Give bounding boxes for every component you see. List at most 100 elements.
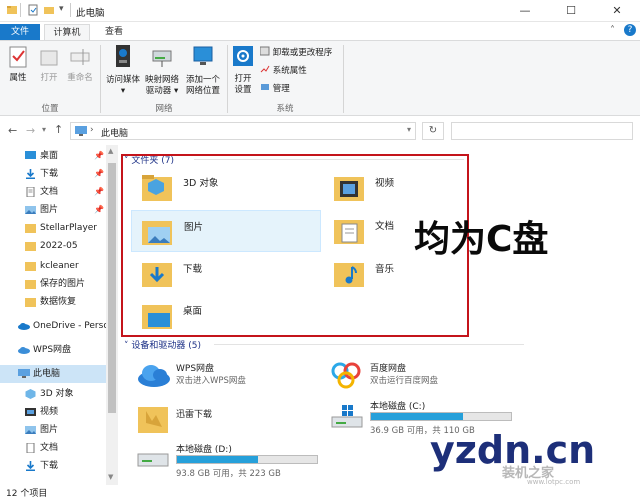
open-settings-label-1: 打开 [234,74,252,84]
tab-file[interactable]: 文件 [0,24,40,40]
disk-usage-fill [177,456,259,463]
ribbon-separator [100,45,101,113]
xunlei-icon [138,407,168,433]
tab-view[interactable]: 查看 [94,24,134,40]
sidebar-item-this-pc[interactable]: 此电脑 [0,365,106,383]
settings-gear-icon [233,46,253,66]
devices-section-header[interactable]: ˅ 设备和驱动器 (5) [124,338,524,351]
properties-quick-icon[interactable] [27,4,39,16]
sidebar-item-saved-pictures[interactable]: 保存的图片 [0,275,106,293]
sidebar-item-label: StellarPlayer [40,223,98,233]
scroll-down-icon[interactable]: ▼ [108,473,113,481]
sidebar-item-label: 2022-05 [40,241,78,251]
back-icon[interactable]: ← [8,124,17,137]
uninstall-program-label: 卸载或更改程序 [272,48,333,58]
section-divider [214,344,524,345]
sidebar-item-kcleaner[interactable]: kcleaner [0,257,106,275]
pin-icon[interactable]: 📌 [94,201,104,219]
pin-icon[interactable]: 📌 [94,147,104,165]
minimize-button[interactable]: — [502,0,548,22]
device-xunlei-download[interactable]: 迅雷下载 [134,399,324,441]
scrollbar-thumb[interactable] [108,163,116,413]
access-media-label-2: ▾ [120,86,126,96]
device-label: 本地磁盘 (D:) [176,445,232,455]
ribbon-separator [343,45,344,113]
up-icon[interactable]: ↑ [54,123,63,136]
sidebar-item-label: 保存的图片 [40,279,86,289]
pin-icon[interactable]: 📌 [94,183,104,201]
navigation-pane: 桌面 📌 下载 📌 文档 📌 图片 📌 StellarPlayer 2022-05 kc… [0,145,118,485]
ribbon-collapse-icon[interactable]: ˄ [610,25,615,36]
title-bar: ▾ 此电脑 — ☐ ✕ [0,0,640,22]
sidebar-item-3d-objects[interactable]: 3D 对象 [0,385,106,403]
sidebar-item-label: 文档 [40,443,59,453]
folder-icon [25,242,36,251]
device-label: 百度网盘 [370,364,407,374]
sidebar-item-2022-05[interactable]: 2022-05 [0,237,106,255]
maximize-button[interactable]: ☐ [548,0,594,22]
scroll-up-icon[interactable]: ▲ [108,147,113,155]
address-dropdown-icon[interactable]: ▾ [407,125,411,134]
sidebar-item-label: 下载 [40,461,59,471]
system-properties-button[interactable]: 系统属性 [260,64,307,77]
refresh-button[interactable]: ↻ [422,122,444,140]
sidebar-item-pictures[interactable]: 图片 📌 [0,201,106,219]
address-bar[interactable]: › 此电脑 ▾ [70,122,416,140]
recent-locations-icon[interactable]: ▾ [42,125,46,134]
this-pc-icon [18,369,30,378]
properties-icon [9,46,27,68]
qat-dropdown-icon[interactable]: ▾ [59,4,64,14]
manage-button[interactable]: 管理 [260,82,290,95]
close-button[interactable]: ✕ [594,0,640,22]
open-button[interactable]: 打开 [34,45,64,84]
sidebar-item-documents[interactable]: 文档 📌 [0,183,106,201]
sidebar-item-desktop[interactable]: 桌面 📌 [0,147,106,165]
sidebar-item-pictures-pc[interactable]: 图片 [0,421,106,439]
annotation-text: 均为C盘 [414,219,549,260]
sidebar-item-stellarplayer[interactable]: StellarPlayer [0,219,106,237]
sidebar-item-label: WPS网盘 [33,345,72,355]
new-folder-quick-icon[interactable] [43,4,55,16]
map-network-drive-button[interactable]: 映射网络 驱动器 ▾ [142,43,182,97]
access-media-button[interactable]: 访问媒体 ▾ [102,43,144,97]
sidebar-item-videos[interactable]: 视频 [0,403,106,421]
folder-icon [25,298,36,307]
add-network-location-button[interactable]: 添加一个 网络位置 [180,43,226,97]
ribbon-panel: 属性 打开 重命名 位置 访问媒体 ▾ 映射网络 驱动器 ▾ 添加一个 网络位置… [0,40,640,116]
help-icon[interactable]: ? [624,24,636,36]
breadcrumb-this-pc[interactable]: 此电脑 [101,126,128,139]
this-pc-small-icon [75,126,87,136]
open-settings-button[interactable]: 打开 设置 [229,44,257,96]
sidebar-item-wps[interactable]: WPS网盘 [0,341,106,359]
sidebar-item-downloads[interactable]: 下载 📌 [0,165,106,183]
device-wps-netdisk[interactable]: WPS网盘 双击进入WPS网盘 [134,359,324,401]
system-group-label: 系统 [276,104,294,114]
device-label: 迅雷下载 [176,410,213,420]
wps-cloud-icon [18,347,30,354]
sidebar-item-documents-pc[interactable]: 文档 [0,439,106,457]
sidebar-item-data-recovery[interactable]: 数据恢复 [0,293,106,311]
pin-icon[interactable]: 📌 [94,165,104,183]
breadcrumb-chevron-icon[interactable]: › [90,125,94,135]
sidebar-item-label: 图片 [40,205,59,215]
folder-icon [25,280,36,289]
sidebar-item-onedrive[interactable]: OneDrive - Perso [0,317,106,335]
videos-icon [25,408,36,416]
manage-icon [261,84,269,90]
tab-computer[interactable]: 计算机 [44,24,90,40]
sidebar-item-downloads-pc[interactable]: 下载 [0,457,106,475]
device-local-disk-d[interactable]: 本地磁盘 (D:) 93.8 GB 可用，共 223 GB [134,440,324,482]
rename-button[interactable]: 重命名 [63,45,97,84]
properties-button[interactable]: 属性 [2,45,34,84]
disk-usage-bar [370,412,512,421]
add-network-location-label-2: 网络位置 [185,86,220,96]
document-icon [26,443,35,453]
search-input[interactable] [451,122,633,140]
navigation-scrollbar[interactable]: ▲ ▼ [106,145,118,485]
uninstall-program-button[interactable]: 卸载或更改程序 [259,46,333,59]
location-group-label: 位置 [41,104,59,114]
open-label: 打开 [40,73,58,83]
system-properties-icon [260,65,270,73]
device-baidu-netdisk[interactable]: 百度网盘 双击运行百度网盘 [328,359,518,401]
forward-icon[interactable]: → [26,124,35,137]
